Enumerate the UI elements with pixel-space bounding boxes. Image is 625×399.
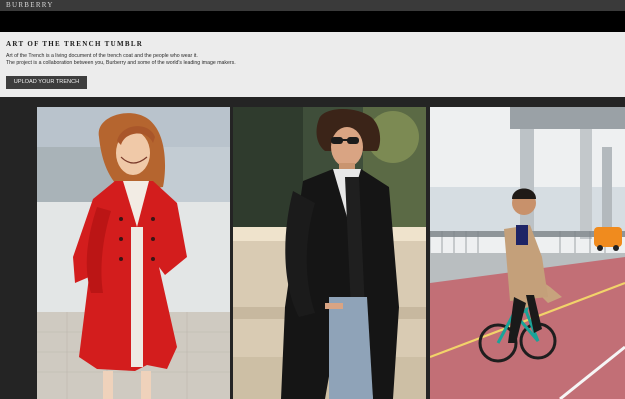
description-line-2: The project is a collaboration between y… — [6, 60, 236, 66]
nav-band — [0, 11, 625, 32]
description-line-1: Art of the Trench is a living document o… — [6, 53, 198, 59]
burberry-logo[interactable]: BURBERRY — [6, 1, 54, 10]
woman-red-trench-photo — [37, 107, 230, 399]
page-header: ART OF THE TRENCH TUMBLR Art of the Tren… — [0, 32, 625, 97]
photo-tile-1[interactable] — [37, 107, 230, 399]
photo-tile-2[interactable] — [233, 107, 426, 399]
page-description: Art of the Trench is a living document o… — [6, 53, 236, 67]
man-black-trench-sunglasses-photo — [233, 107, 426, 399]
man-beige-trench-bicycle-photo — [430, 107, 625, 399]
photo-tile-3[interactable] — [430, 107, 625, 399]
photo-gallery — [0, 97, 625, 399]
top-bar: BURBERRY — [0, 0, 625, 11]
page-title: ART OF THE TRENCH TUMBLR — [6, 40, 144, 48]
upload-trench-button[interactable]: UPLOAD YOUR TRENCH — [6, 76, 87, 89]
